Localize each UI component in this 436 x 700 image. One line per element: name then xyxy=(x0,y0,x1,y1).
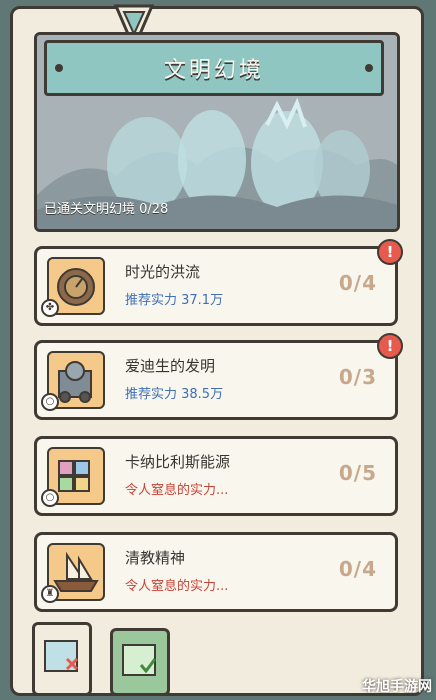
rivet-icon xyxy=(55,64,63,72)
clear-progress: 已通关文明幻境 0/28 xyxy=(44,202,169,217)
alert-icon: ! xyxy=(377,333,403,359)
stage-card-2[interactable]: ○ 卡纳比利斯能源 令人窒息的实力... 0/5 xyxy=(34,436,398,516)
bulb-icon: ○ xyxy=(41,489,59,507)
stage-card-1[interactable]: ○ 爱迪生的发明 推荐实力 38.5万 0/3 ! xyxy=(34,333,403,420)
stage-count: 0/4 xyxy=(338,271,377,295)
stage-count: 0/3 xyxy=(338,365,377,389)
alert-icon: ! xyxy=(377,239,403,265)
page-title: 文明幻境 xyxy=(163,58,264,83)
stage-name: 清教精神 xyxy=(125,549,186,567)
stage-power: 令人窒息的实力... xyxy=(125,483,229,498)
stage-card-0[interactable]: ✤ 时光的洪流 推荐实力 37.1万 0/4 ! xyxy=(34,239,403,326)
tab-rewards[interactable] xyxy=(110,628,170,696)
watermark: 华旭手游网 xyxy=(362,679,432,695)
map-x-icon xyxy=(44,640,79,672)
tab-stages[interactable] xyxy=(32,622,92,696)
stage-power: 推荐实力 38.5万 xyxy=(125,387,224,402)
stage-power: 令人窒息的实力... xyxy=(125,579,229,594)
stage-count: 0/4 xyxy=(338,557,377,581)
stage-name: 卡纳比利斯能源 xyxy=(125,453,231,471)
map-check-icon xyxy=(122,644,157,676)
title-plate: 文明幻境 xyxy=(44,40,384,96)
stage-name: 爱迪生的发明 xyxy=(125,357,216,375)
trophy-icon: ♜ xyxy=(41,585,59,603)
fan-icon: ✤ xyxy=(41,299,59,317)
stage-card-3[interactable]: ♜ 清教精神 令人窒息的实力... 0/4 xyxy=(34,532,398,612)
stage-power: 推荐实力 37.1万 xyxy=(125,293,224,308)
stage-name: 时光的洪流 xyxy=(125,263,201,281)
bulb-icon: ○ xyxy=(41,393,59,411)
stage-count: 0/5 xyxy=(338,461,377,485)
rivet-icon xyxy=(365,64,373,72)
